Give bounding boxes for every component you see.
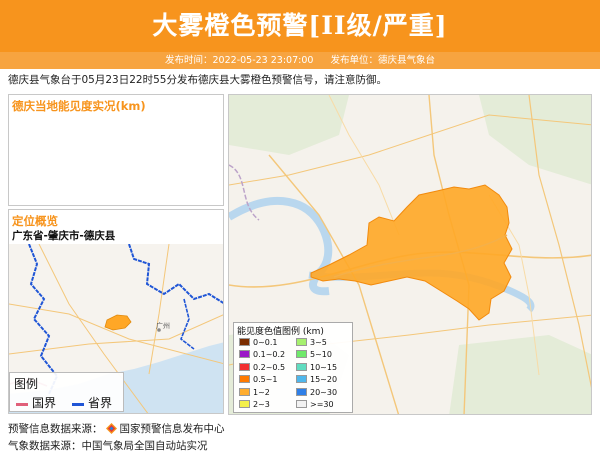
warning-center-logo-icon: [105, 423, 117, 434]
location-panel-title: 定位概览: [12, 214, 58, 228]
province-border-swatch: [72, 403, 84, 406]
publish-unit: 发布单位：德庆县气象台: [330, 55, 435, 66]
visibility-legend-item: 15~20: [296, 374, 337, 385]
visibility-legend-swatch: [239, 375, 250, 384]
warning-source-label: 预警信息数据来源：: [8, 423, 103, 435]
visibility-legend-title: 能见度色值图例 (km): [237, 327, 324, 337]
visibility-legend-item: 0~0.1: [239, 337, 278, 348]
visibility-legend-label: 0.2~0.5: [253, 362, 286, 372]
visibility-legend-swatch: [239, 338, 250, 346]
visibility-legend-swatch: [296, 400, 307, 408]
warning-title: 大雾橙色预警[II级/严重]: [152, 11, 448, 40]
visibility-panel-title: 德庆当地能见度实况(km): [12, 99, 146, 113]
visibility-legend-label: >=30: [310, 400, 334, 409]
visibility-legend-swatch: [239, 362, 250, 371]
visibility-legend-item: 0.2~0.5: [239, 362, 285, 373]
visibility-legend-item: 2~3: [239, 399, 270, 410]
visibility-legend-item: 10~15: [296, 362, 337, 373]
visibility-legend-label: 5~10: [310, 350, 332, 360]
city-label-guangzhou: 广州: [156, 322, 170, 330]
visibility-legend-swatch: [296, 338, 307, 346]
visibility-legend-label: 0~0.1: [253, 338, 278, 347]
county-warning-map[interactable]: 能见度色值图例 (km) 0~0.1 3~5 0.1~0.2 5~10 0.2~0.5 1…: [228, 94, 592, 415]
country-border-label: 国界: [32, 396, 57, 410]
location-path: 广东省-肇庆市-德庆县: [12, 230, 116, 242]
visibility-color-legend: 能见度色值图例 (km) 0~0.1 3~5 0.1~0.2 5~10 0.2~0.5 1…: [233, 322, 353, 413]
province-border-label: 省界: [88, 396, 113, 410]
visibility-legend-label: 1~2: [253, 387, 270, 397]
visibility-legend-swatch: [239, 400, 250, 408]
visibility-legend-label: 20~30: [310, 387, 338, 397]
publish-meta-bar: 发布时间：2022-05-23 23:07:00 发布单位：德庆县气象台: [0, 52, 600, 69]
visibility-legend-item: 3~5: [296, 337, 327, 348]
country-border-swatch: [16, 403, 28, 406]
visibility-legend-swatch: [296, 387, 307, 396]
overview-legend: 图例 国界 省界: [9, 372, 124, 412]
visibility-panel: 德庆当地能见度实况(km): [8, 94, 224, 206]
visibility-legend-item: >=30: [296, 399, 334, 410]
visibility-legend-item: 0.1~0.2: [239, 349, 285, 360]
visibility-legend-label: 3~5: [310, 338, 327, 347]
visibility-legend-swatch: [296, 350, 307, 359]
visibility-legend-label: 15~20: [310, 375, 338, 385]
visibility-legend-label: 10~15: [310, 362, 338, 372]
warning-title-banner: 大雾橙色预警[II级/严重]: [0, 0, 600, 52]
overview-legend-title: 图例: [14, 377, 39, 391]
visibility-legend-item: 5~10: [296, 349, 332, 360]
visibility-legend-swatch: [239, 387, 250, 396]
publish-time: 发布时间：2022-05-23 23:07:00: [165, 55, 314, 66]
visibility-legend-item: 20~30: [296, 387, 337, 398]
warning-notice: 德庆县气象台于05月23日22时55分发布德庆县大雾橙色预警信号，请注意防御。: [8, 74, 387, 86]
warning-source-name: 国家预警信息发布中心: [119, 423, 225, 435]
visibility-legend-swatch: [296, 375, 307, 384]
weather-source-line: 气象数据来源：中国气象局全国自动站实况: [8, 440, 208, 452]
visibility-legend-item: 0.5~1: [239, 374, 278, 385]
visibility-legend-swatch: [239, 350, 250, 359]
visibility-legend-item: 1~2: [239, 387, 270, 398]
warning-source-line: 预警信息数据来源： 国家预警信息发布中心: [8, 422, 225, 436]
visibility-legend-label: 0.1~0.2: [253, 350, 286, 360]
visibility-legend-label: 2~3: [253, 400, 270, 409]
visibility-legend-label: 0.5~1: [253, 375, 278, 385]
visibility-legend-swatch: [296, 362, 307, 371]
